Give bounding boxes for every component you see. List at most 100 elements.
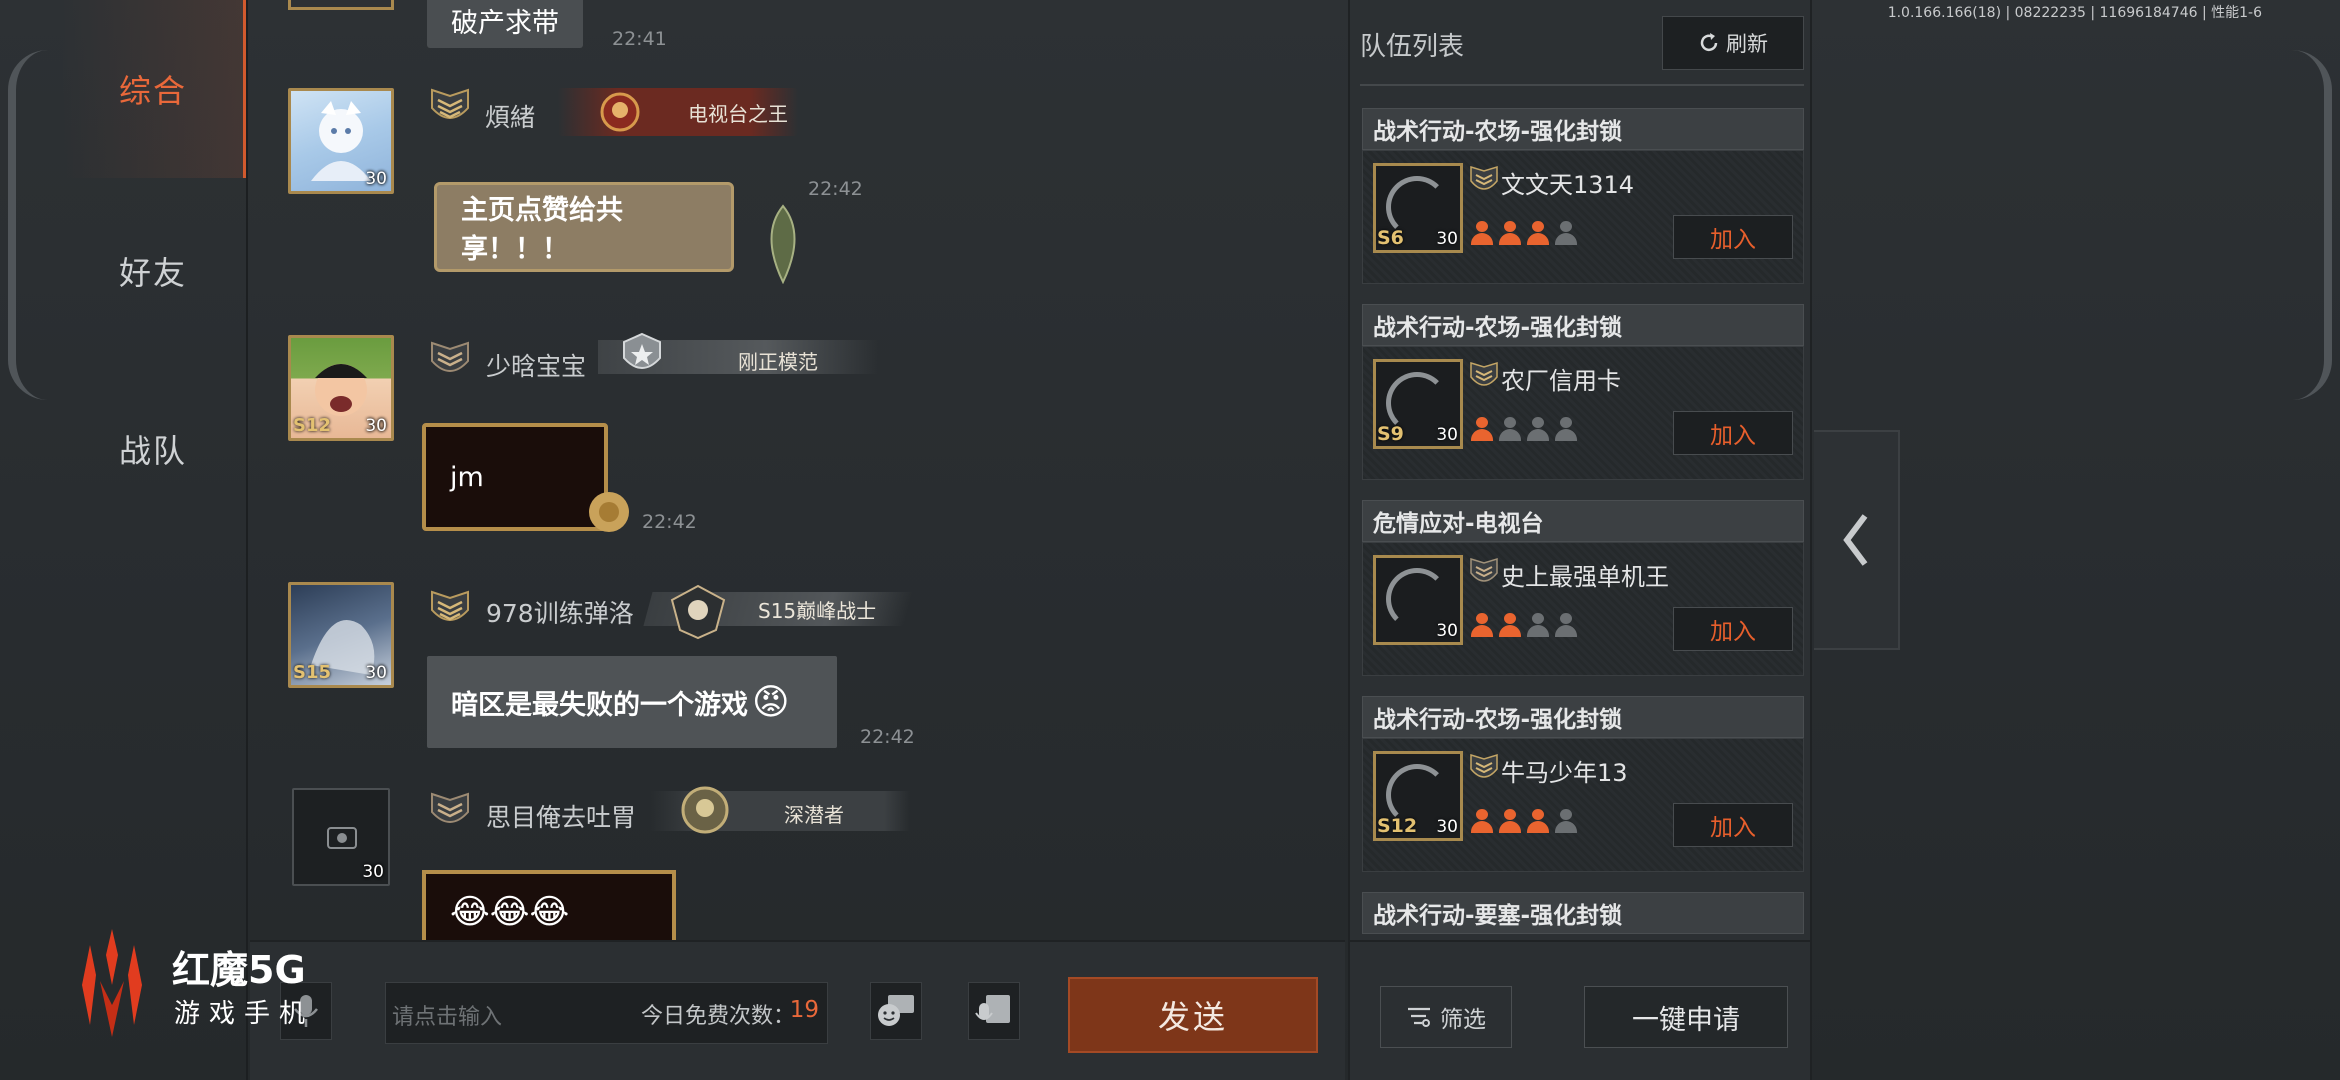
tab-squad[interactable]: 战队	[60, 360, 246, 538]
side-tabs: 综合 好友 战队	[60, 0, 246, 1080]
message-bubble: 主页点赞给共享！！！	[434, 182, 734, 272]
slot-empty-icon	[1527, 417, 1549, 441]
avatar-season: S12	[1377, 815, 1418, 837]
rank-emblem-icon	[1470, 557, 1498, 582]
rank-emblem-icon	[431, 341, 469, 372]
slot-empty-icon	[1555, 809, 1577, 833]
title-badge-label: 刚正模范	[738, 350, 818, 374]
screen-edge-left	[8, 50, 48, 400]
avatar[interactable]: S15 30	[288, 582, 394, 688]
message-time: 22:42	[642, 511, 697, 533]
title-badge-label: 电视台之王	[688, 102, 788, 126]
avatar[interactable]: 30	[292, 788, 390, 886]
join-button[interactable]: 加入	[1673, 607, 1793, 651]
emoji-message-icon	[878, 995, 914, 1026]
slot-empty-icon	[1555, 613, 1577, 637]
slot-filled-icon	[1471, 809, 1493, 833]
message-input[interactable]: 请点击输入 今日免费次数： 19	[385, 982, 828, 1044]
username[interactable]: 978训练弹洛	[486, 594, 634, 630]
team-leader-avatar[interactable]: 30	[1373, 555, 1463, 645]
tab-friends[interactable]: 好友	[60, 182, 246, 360]
slot-empty-icon	[1527, 613, 1549, 637]
join-button[interactable]: 加入	[1673, 215, 1793, 259]
avatar-level: 30	[362, 862, 384, 882]
team-slots	[1471, 613, 1577, 637]
avatar-level: 30	[1436, 817, 1458, 837]
avatar[interactable]: 30	[288, 88, 394, 194]
brand-subtitle: 游戏手机	[174, 999, 315, 1029]
free-count-label: 今日免费次数：	[640, 1004, 795, 1029]
peak-warrior-emblem-icon	[670, 584, 726, 640]
filter-icon	[1408, 1007, 1430, 1027]
title-badge-label: 深潜者	[784, 803, 844, 827]
message-time: 22:42	[860, 726, 915, 748]
avatar-level: 30	[1436, 425, 1458, 445]
team-slots	[1471, 809, 1577, 833]
avatar-season: S6	[1377, 227, 1404, 249]
avatar-level: 30	[365, 663, 387, 683]
team-mode: 危情应对-电视台	[1362, 500, 1804, 542]
avatar-level: 30	[1436, 621, 1458, 641]
message-bubble: 破产求带	[427, 0, 583, 48]
team-mode: 战术行动-要塞-强化封锁	[1362, 892, 1804, 934]
team-mode: 战术行动-农场-强化封锁	[1362, 304, 1804, 346]
avatar-season: S15	[293, 662, 332, 683]
message-text: 暗区是最失败的一个游戏	[451, 689, 748, 721]
join-button[interactable]: 加入	[1673, 411, 1793, 455]
refresh-label: 刷新	[1726, 32, 1768, 56]
message-time: 22:41	[612, 28, 667, 50]
avatar-level: 30	[365, 416, 387, 436]
build-info: 1.0.166.166(18) | 08222235 | 11696184746…	[1887, 5, 2262, 21]
title-badge-label: S15巅峰战士	[758, 598, 877, 623]
brand-watermark: 红魔5G 游戏手机	[72, 925, 332, 1045]
team-list-panel: 队伍列表 刷新 战术行动-农场-强化封锁 S6 30 文文天1314 加入 战术…	[1348, 0, 1812, 1080]
slot-filled-icon	[1527, 809, 1549, 833]
voice-translate-button[interactable]	[968, 982, 1020, 1040]
team-leader-avatar[interactable]: S6 30	[1373, 163, 1463, 253]
refresh-icon	[1700, 33, 1718, 52]
title-badge: 深潜者	[650, 786, 910, 834]
shield-star-icon	[623, 332, 661, 369]
emoji-chat-button[interactable]	[870, 982, 922, 1040]
slot-filled-icon	[1471, 417, 1493, 441]
tab-general[interactable]: 综合	[60, 0, 246, 178]
apply-all-button[interactable]: 一键申请	[1584, 986, 1788, 1048]
filter-button[interactable]: 筛选	[1380, 986, 1512, 1048]
team-slots	[1471, 417, 1577, 441]
chat-message-list[interactable]: 破产求带 22:41 30 煩緒 电视台之王 主页点赞给共享！！！ 22:42 …	[250, 0, 1345, 940]
avatar[interactable]	[288, 0, 394, 10]
username[interactable]: 少晗宝宝	[486, 347, 586, 383]
avatar-level: 30	[365, 169, 387, 189]
team-card[interactable]: 战术行动-要塞-强化封锁	[1362, 892, 1804, 938]
team-card[interactable]: 战术行动-农场-强化封锁 S6 30 文文天1314 加入	[1362, 108, 1804, 284]
username[interactable]: 思目俺去吐胃	[486, 798, 636, 834]
red-magic-logo-icon	[82, 929, 142, 1037]
avatar-season: S12	[293, 415, 332, 436]
avatar-season: S9	[1377, 423, 1404, 445]
diver-emblem-icon	[681, 786, 729, 834]
team-body: S12 30 牛马少年13 加入	[1362, 738, 1804, 872]
rank-emblem-icon	[1470, 753, 1498, 778]
send-button[interactable]: 发送	[1068, 977, 1318, 1053]
team-leader-name: 史上最强单机王	[1501, 563, 1669, 591]
avatar[interactable]: S12 30	[288, 335, 394, 441]
slot-empty-icon	[1499, 417, 1521, 441]
slot-filled-icon	[1471, 613, 1493, 637]
lion-decoration-icon	[589, 492, 629, 532]
rank-emblem-icon	[1470, 165, 1498, 190]
team-card[interactable]: 危情应对-电视台 30 史上最强单机王 加入	[1362, 500, 1804, 676]
collapse-panel-button[interactable]	[1814, 430, 1900, 650]
chat-input-bar: 请点击输入 今日免费次数： 19 发送	[250, 940, 1345, 1080]
refresh-button[interactable]: 刷新	[1662, 16, 1804, 70]
team-card[interactable]: 战术行动-农场-强化封锁 S9 30 农厂信用卡 加入	[1362, 304, 1804, 480]
username[interactable]: 煩緒	[485, 98, 535, 134]
team-card[interactable]: 战术行动-农场-强化封锁 S12 30 牛马少年13 加入	[1362, 696, 1804, 872]
team-slots	[1471, 221, 1577, 245]
team-body: S6 30 文文天1314 加入	[1362, 150, 1804, 284]
team-leader-avatar[interactable]: S12 30	[1373, 751, 1463, 841]
team-leader-avatar[interactable]: S9 30	[1373, 359, 1463, 449]
slot-empty-icon	[1555, 221, 1577, 245]
team-panel-footer: 筛选 一键申请	[1350, 940, 1810, 1080]
join-button[interactable]: 加入	[1673, 803, 1793, 847]
default-avatar-icon	[327, 827, 357, 849]
